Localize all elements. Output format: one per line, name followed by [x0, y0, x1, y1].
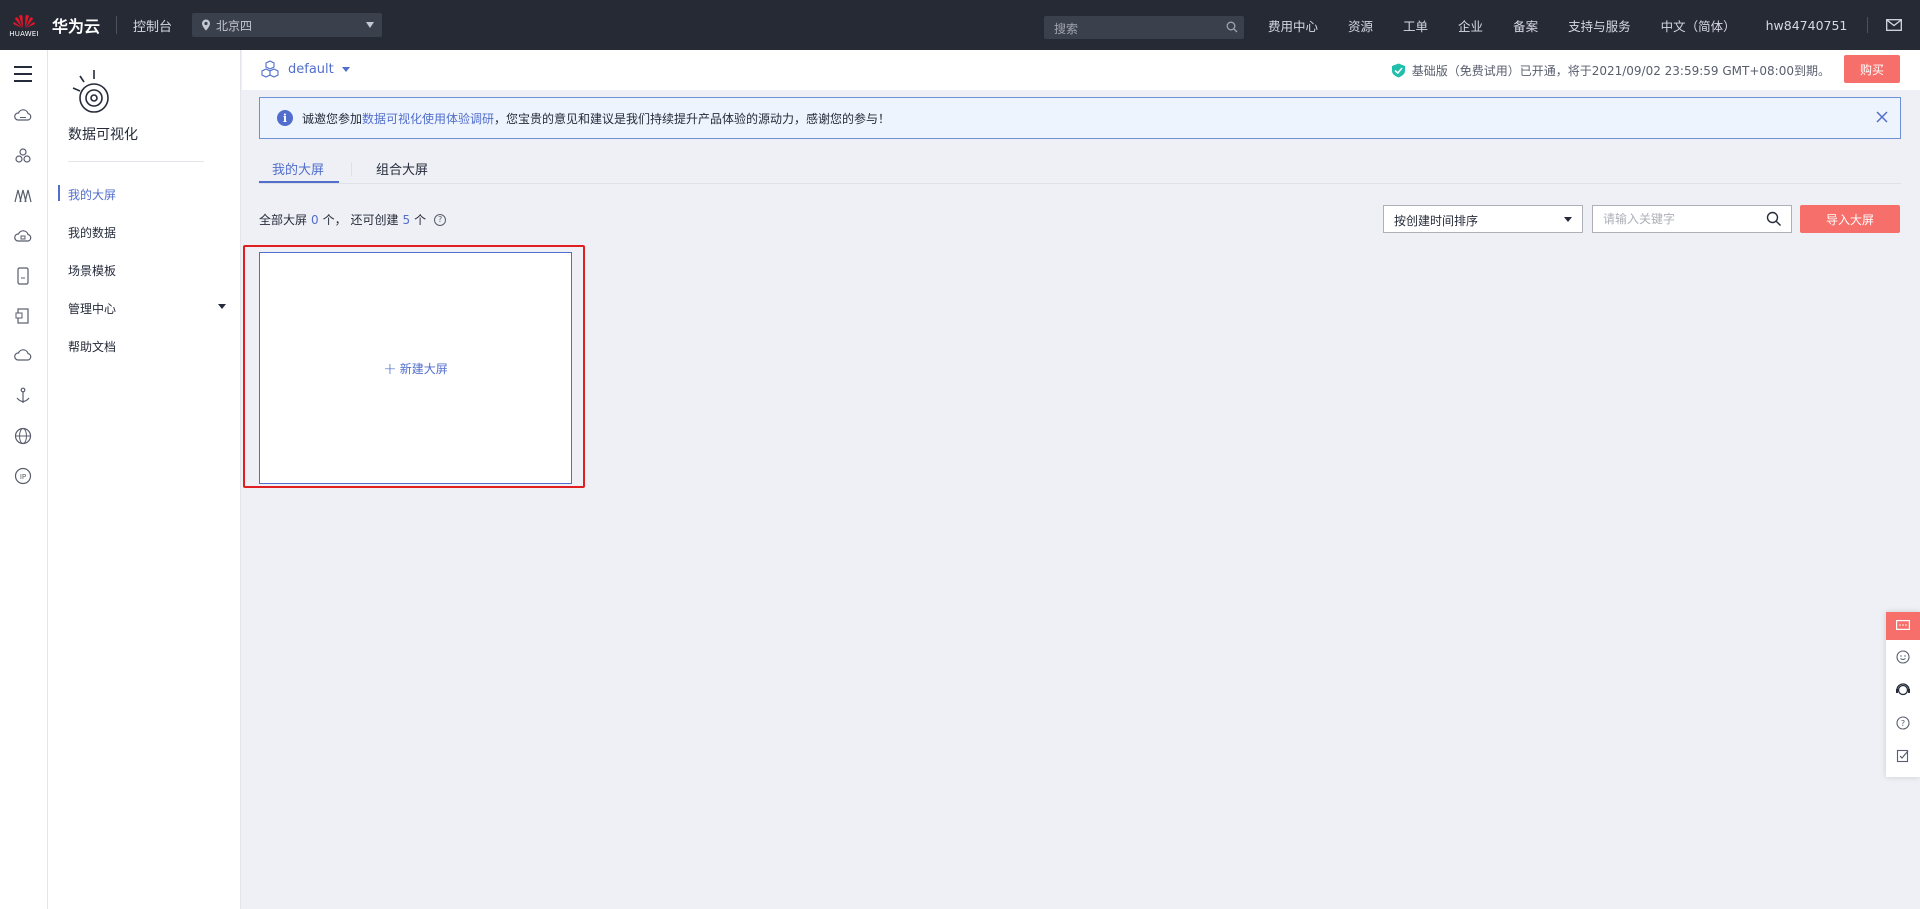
divider: [1867, 17, 1869, 33]
search-icon[interactable]: [1766, 211, 1782, 227]
tab-underline: [259, 181, 339, 183]
divider: [68, 161, 204, 162]
sidebar-item-my-screens[interactable]: 我的大屏: [68, 186, 116, 203]
svg-text:?: ?: [1901, 719, 1905, 728]
console-link[interactable]: 控制台: [133, 16, 172, 35]
sort-value: 按创建时间排序: [1394, 214, 1479, 228]
service-title: 数据可视化: [68, 127, 138, 143]
tab-my-screens[interactable]: 我的大屏: [272, 159, 324, 178]
notice-suffix: ，您宝贵的意见和建议是我们持续提升产品体验的源动力，感谢您的参与！: [494, 111, 891, 126]
nav-billing-center[interactable]: 费用中心: [1268, 16, 1318, 35]
nav-icp-filing[interactable]: 备案: [1513, 16, 1538, 35]
svg-text:IP: IP: [20, 473, 26, 481]
divider: [351, 162, 352, 176]
service-sidebar: 数据可视化 我的大屏 我的数据 场景模板 管理中心 帮助文档: [48, 50, 241, 909]
nav-support[interactable]: 支持与服务: [1568, 16, 1631, 35]
divider: [116, 16, 118, 34]
sidebar-item-my-data[interactable]: 我的数据: [68, 224, 116, 241]
data-visualization-icon: [72, 70, 109, 113]
cubes-icon: [261, 60, 279, 78]
summary-mid: 个， 还可创建: [322, 213, 399, 227]
storage-icon[interactable]: [13, 266, 33, 286]
project-name: default: [288, 61, 334, 77]
trial-status: 基础版（免费试用）已开通，将于2021/09/02 23:59:59 GMT+0…: [1391, 62, 1830, 79]
globe-icon[interactable]: [13, 426, 33, 446]
sidebar-item-help-docs[interactable]: 帮助文档: [68, 338, 116, 355]
cloud-icon[interactable]: [13, 346, 33, 366]
close-icon[interactable]: [1876, 111, 1888, 123]
cloud-server-icon[interactable]: [13, 106, 33, 126]
chevron-down-icon: [1564, 217, 1572, 222]
buy-button[interactable]: 购买: [1844, 55, 1900, 83]
location-pin-icon: [202, 19, 211, 31]
chevron-down-icon: [366, 22, 375, 28]
project-header: default 基础版（免费试用）已开通，将于2021/09/02 23:59:…: [242, 50, 1920, 90]
info-icon: i: [277, 110, 293, 126]
shield-check-icon: [1391, 63, 1405, 78]
survey-notice: i 诚邀您参加 数据可视化使用体验调研 ，您宝贵的意见和建议是我们持续提升产品体…: [259, 97, 1901, 139]
screen-tabs: 我的大屏 组合大屏: [259, 150, 1901, 184]
analytics-icon[interactable]: [13, 186, 33, 206]
sidebar-item-templates[interactable]: 场景模板: [68, 262, 116, 279]
plus-icon: +: [383, 358, 397, 378]
help-icon[interactable]: ?: [434, 213, 447, 226]
cluster-icon[interactable]: [13, 146, 33, 166]
huawei-logo-icon: [13, 14, 35, 28]
ip-icon[interactable]: IP: [13, 466, 33, 486]
nav-tickets[interactable]: 工单: [1403, 16, 1428, 35]
help-circle-icon[interactable]: ?: [1886, 706, 1920, 739]
service-icon-rail: IP: [0, 50, 48, 909]
user-account[interactable]: hw84740751: [1766, 18, 1848, 33]
nav-resources[interactable]: 资源: [1348, 16, 1373, 35]
project-selector[interactable]: default: [260, 60, 350, 78]
feedback-smile-icon[interactable]: [1886, 640, 1920, 673]
search-placeholder: 搜索: [1054, 22, 1079, 36]
screen-count-summary: 全部大屏 0 个， 还可创建 5 个 ?: [259, 211, 447, 228]
chevron-down-icon[interactable]: [218, 304, 226, 309]
new-screen-label: 新建大屏: [399, 361, 448, 376]
sidebar-item-management[interactable]: 管理中心: [68, 300, 116, 317]
summary-suffix: 个: [414, 213, 427, 227]
region-label: 北京四: [216, 18, 253, 33]
task-check-icon[interactable]: [1886, 739, 1920, 772]
keyword-search-input[interactable]: [1592, 205, 1792, 233]
floating-toolbar: ?: [1886, 612, 1920, 777]
database-cloud-icon[interactable]: [13, 226, 33, 246]
region-selector[interactable]: 北京四: [192, 13, 383, 37]
summary-prefix: 全部大屏: [259, 213, 308, 227]
nav-language[interactable]: 中文（简体）: [1661, 16, 1736, 35]
document-icon[interactable]: [13, 306, 33, 326]
anchor-icon[interactable]: [13, 386, 33, 406]
top-bar: HUAWEI 华为云 控制台 北京四 搜索 费用中心 资源 工单 企业 备案 支…: [0, 0, 1920, 50]
survey-link[interactable]: 数据可视化使用体验调研: [362, 110, 494, 127]
notice-prefix: 诚邀您参加: [302, 111, 363, 126]
trial-text: 基础版（免费试用）已开通，将于2021/09/02 23:59:59 GMT+0…: [1411, 64, 1830, 78]
active-indicator: [58, 185, 60, 201]
chat-icon[interactable]: [1886, 612, 1920, 640]
mail-icon[interactable]: [1886, 19, 1903, 31]
tab-combined-screens[interactable]: 组合大屏: [376, 159, 428, 178]
global-search-input[interactable]: 搜索: [1044, 16, 1244, 39]
remaining-count: 5: [402, 212, 411, 227]
menu-icon[interactable]: [14, 66, 32, 87]
nav-enterprise[interactable]: 企业: [1458, 16, 1483, 35]
top-nav: 费用中心 资源 工单 企业 备案 支持与服务 中文（简体） hw84740751: [1268, 0, 1903, 50]
new-screen-card[interactable]: + 新建大屏: [259, 252, 572, 484]
search-icon[interactable]: [1226, 21, 1238, 33]
huawei-logo[interactable]: HUAWEI: [0, 0, 48, 50]
logo-text: HUAWEI: [9, 29, 39, 38]
brand-name[interactable]: 华为云: [52, 13, 100, 37]
customer-service-icon[interactable]: [1886, 673, 1920, 706]
chevron-down-icon: [341, 66, 350, 72]
sort-select[interactable]: 按创建时间排序: [1383, 205, 1583, 233]
total-count: 0: [311, 212, 319, 227]
import-screen-button[interactable]: 导入大屏: [1800, 205, 1900, 233]
